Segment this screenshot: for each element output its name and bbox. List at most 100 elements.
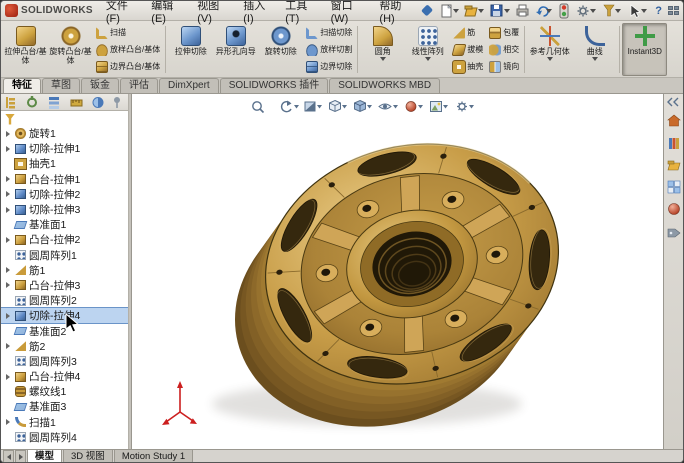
tab-scroll-left-button[interactable] xyxy=(3,450,14,462)
zoom-fit-icon[interactable] xyxy=(252,101,265,114)
tree-item[interactable]: 圆周阵列3 xyxy=(1,354,128,369)
property-manager-tab-icon[interactable] xyxy=(27,95,37,107)
shell-button[interactable]: 抽壳 xyxy=(450,58,486,75)
expand-arrow-icon[interactable] xyxy=(4,267,12,274)
tab-features[interactable]: 特征 xyxy=(3,78,41,93)
expand-arrow-icon[interactable] xyxy=(4,419,12,426)
section-view-icon[interactable] xyxy=(304,101,322,112)
feature-tree-tab-icon[interactable] xyxy=(6,96,15,109)
curves-button[interactable]: 曲线 xyxy=(572,23,617,76)
hole-wizard-button[interactable]: 异形孔向导 xyxy=(213,23,258,76)
tab-dimxpert[interactable]: DimXpert xyxy=(159,78,219,93)
reference-geometry-button[interactable]: 参考几何体 xyxy=(527,23,572,76)
solidworks-resources-icon[interactable] xyxy=(667,114,681,127)
tree-item[interactable]: 筋1 xyxy=(1,263,128,278)
expand-arrow-icon[interactable] xyxy=(4,282,12,289)
revolve-boss-button[interactable]: 旋转凸台/基体 xyxy=(48,23,93,76)
wrap-button[interactable]: 包覆 xyxy=(486,24,522,41)
display-manager-tab-icon[interactable] xyxy=(92,96,104,108)
tree-item[interactable]: 凸台-拉伸2 xyxy=(1,232,128,247)
design-library-icon[interactable] xyxy=(669,138,679,149)
rebuild-icon[interactable] xyxy=(559,3,569,18)
tree-item[interactable]: 扫描1 xyxy=(1,415,128,430)
swept-boss-button[interactable]: 扫描 xyxy=(93,24,163,41)
rib-button[interactable]: 筋 xyxy=(450,24,486,41)
options-icon[interactable] xyxy=(577,5,597,16)
expand-arrow-icon[interactable] xyxy=(4,206,12,213)
menu-help[interactable]: 帮助(H) xyxy=(374,1,419,26)
appearances-icon[interactable] xyxy=(668,203,680,215)
new-document-icon[interactable] xyxy=(441,3,460,17)
expand-arrow-icon[interactable] xyxy=(4,145,12,152)
print-icon[interactable] xyxy=(516,4,529,16)
window-layout-icon[interactable] xyxy=(668,6,680,15)
tab-scroll-right-button[interactable] xyxy=(15,450,26,462)
menu-view[interactable]: 视图(V) xyxy=(192,1,236,26)
help-icon[interactable]: ? xyxy=(655,5,662,17)
tree-item[interactable]: 基准面1 xyxy=(1,217,128,232)
expand-arrow-icon[interactable] xyxy=(4,191,12,198)
selection-filter-icon[interactable] xyxy=(603,4,622,16)
menu-pin-icon[interactable] xyxy=(420,4,434,17)
tab-addins[interactable]: SOLIDWORKS 插件 xyxy=(219,78,329,93)
mirror-button[interactable]: 镜向 xyxy=(486,58,522,75)
menu-file[interactable]: 文件(F) xyxy=(101,1,144,26)
hide-show-items-icon[interactable] xyxy=(378,103,398,110)
instant3d-button[interactable]: Instant3D xyxy=(622,23,668,76)
collapse-pane-icon[interactable] xyxy=(667,97,679,107)
tree-item[interactable]: 基准面3 xyxy=(1,399,128,414)
expand-arrow-icon[interactable] xyxy=(4,130,12,137)
apply-scene-icon[interactable] xyxy=(430,101,449,112)
tree-item[interactable]: 圆周阵列1 xyxy=(1,248,128,263)
view-orientation-icon[interactable] xyxy=(329,99,348,113)
tree-item[interactable]: 切除-拉伸2 xyxy=(1,187,128,202)
extrude-boss-button[interactable]: 拉伸凸台/基体 xyxy=(3,23,48,76)
intersect-button[interactable]: 相交 xyxy=(486,41,522,58)
tab-motion-study[interactable]: Motion Study 1 xyxy=(113,450,194,462)
lofted-cut-button[interactable]: 放样切割 xyxy=(303,41,355,58)
select-arrow-icon[interactable] xyxy=(627,3,649,19)
edit-appearance-icon[interactable] xyxy=(405,101,423,112)
tab-mbd[interactable]: SOLIDWORKS MBD xyxy=(329,78,441,93)
lofted-boss-button[interactable]: 放样凸台/基体 xyxy=(93,41,163,58)
revolved-cut-button[interactable]: 旋转切除 xyxy=(258,23,303,76)
extruded-cut-button[interactable]: 拉伸切除 xyxy=(168,23,213,76)
tree-item[interactable]: 旋转1 xyxy=(1,126,128,141)
tab-sheet-metal[interactable]: 钣金 xyxy=(81,78,119,93)
tree-item[interactable]: 圆周阵列4 xyxy=(1,430,128,445)
model-viewport[interactable] xyxy=(132,94,663,449)
view-settings-icon[interactable] xyxy=(457,101,474,112)
file-explorer-icon[interactable] xyxy=(667,160,681,171)
tree-item[interactable]: 凸台-拉伸4 xyxy=(1,369,128,384)
tab-evaluate[interactable]: 评估 xyxy=(120,78,158,93)
panel-pin-icon[interactable] xyxy=(114,96,120,108)
boundary-boss-button[interactable]: 边界凸台/基体 xyxy=(93,58,163,75)
tab-3d-views[interactable]: 3D 视图 xyxy=(63,450,113,462)
expand-arrow-icon[interactable] xyxy=(4,343,12,350)
menu-tools[interactable]: 工具(T) xyxy=(280,1,323,26)
display-style-icon[interactable] xyxy=(354,99,373,113)
tab-sketch[interactable]: 草图 xyxy=(42,78,80,93)
tab-model[interactable]: 模型 xyxy=(27,450,63,462)
expand-arrow-icon[interactable] xyxy=(4,236,12,243)
dimxpert-manager-tab-icon[interactable] xyxy=(70,99,83,106)
menu-edit[interactable]: 编辑(E) xyxy=(146,1,190,26)
previous-view-icon[interactable] xyxy=(280,100,299,113)
expand-arrow-icon[interactable] xyxy=(4,373,12,380)
tree-item[interactable]: 凸台-拉伸3 xyxy=(1,278,128,293)
filter-icon[interactable] xyxy=(5,113,15,125)
tree-item[interactable]: 抽壳1 xyxy=(1,156,128,171)
tree-item[interactable]: 凸台-拉伸1 xyxy=(1,172,128,187)
linear-pattern-button[interactable]: 线性阵列 xyxy=(405,23,450,76)
view-palette-icon[interactable] xyxy=(667,180,681,194)
swept-cut-button[interactable]: 扫描切除 xyxy=(303,24,355,41)
expand-arrow-icon[interactable] xyxy=(4,312,12,319)
draft-button[interactable]: 拔模 xyxy=(450,41,486,58)
tree-item[interactable]: 圆周阵列2 xyxy=(1,293,128,308)
menu-window[interactable]: 窗口(W) xyxy=(326,1,373,26)
fillet-button[interactable]: 圆角 xyxy=(360,23,405,76)
save-icon[interactable] xyxy=(490,4,511,16)
tree-item[interactable]: 筋2 xyxy=(1,339,128,354)
open-icon[interactable] xyxy=(464,5,485,16)
tree-item[interactable]: 切除-拉伸3 xyxy=(1,202,128,217)
